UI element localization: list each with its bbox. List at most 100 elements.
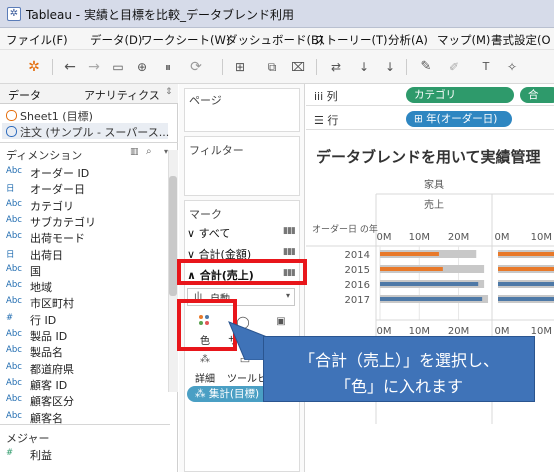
menu-file[interactable]: ファイル(F) <box>6 32 68 48</box>
field-type-icon: 日 <box>6 184 15 195</box>
tab-data[interactable]: データ <box>8 87 41 103</box>
dimension-field[interactable]: Abc 顧客区分 <box>0 392 166 408</box>
sum-pill[interactable]: 合 <box>520 87 554 103</box>
dimension-field[interactable]: Abc カテゴリ <box>0 197 166 213</box>
dimension-field[interactable]: Abc 国 <box>0 262 166 278</box>
columns-shelf[interactable]: iii 列 カテゴリ 合 <box>306 84 554 106</box>
x-tick-label-top-pane2: 0M <box>495 232 510 243</box>
menu-format[interactable]: 書式設定(O <box>491 32 551 48</box>
dimension-field[interactable]: Abc 製品 ID <box>0 327 166 343</box>
toolbar-separator <box>222 59 223 75</box>
highlight-icon[interactable]: ✎ <box>416 57 436 77</box>
x-tick-label-top: 10M <box>409 232 430 243</box>
fix-icon[interactable]: ✧ <box>502 57 522 77</box>
dimension-field[interactable]: Abc 地域 <box>0 278 166 294</box>
dimension-field[interactable]: # 行 ID <box>0 311 166 327</box>
sheet-title: データブレンドを用いて実績管理 <box>316 148 541 166</box>
columns-icon: iii <box>314 90 327 103</box>
field-name: オーダー ID <box>30 167 90 180</box>
new-sheet-icon[interactable]: ⊞ <box>230 57 250 77</box>
toolbar-separator <box>406 59 407 75</box>
swap-icon[interactable]: ⇄ <box>326 57 346 77</box>
order-year-pill[interactable]: ⊞ 年(オーダー日) <box>406 111 512 127</box>
field-name: オーダー日 <box>30 183 85 197</box>
dimension-field[interactable]: Abc オーダー ID <box>0 164 166 180</box>
pin-icon[interactable]: ✐ <box>444 57 464 77</box>
measure-field[interactable]: # 利益 <box>0 446 166 462</box>
pages-label: ページ <box>189 94 222 107</box>
tabs-collapse-icon[interactable]: ⇕ <box>165 87 173 97</box>
year-label: 2015 <box>345 265 370 276</box>
search-icon[interactable]: ⌕ <box>146 146 152 157</box>
menu-dashboard[interactable]: ダッシュボード(B) <box>226 32 323 48</box>
datasource-icon <box>6 126 17 137</box>
menu-analysis[interactable]: 分析(A) <box>388 32 428 48</box>
field-type-icon: Abc <box>6 231 22 242</box>
year-label: 2016 <box>345 280 370 291</box>
rows-label: ☰ 行 <box>314 112 338 128</box>
marks-label: マーク <box>189 208 222 221</box>
save-icon[interactable]: ▭ <box>108 57 128 77</box>
datasource-sheet1[interactable]: Sheet1 (目標) <box>20 108 93 124</box>
x-tick-label-top: 20M <box>448 232 469 243</box>
bar <box>380 297 483 301</box>
filters-label: フィルター <box>189 144 244 157</box>
dimension-field[interactable]: Abc 都道府県 <box>0 360 166 376</box>
plus-icon: ⊞ <box>414 113 427 125</box>
tab-analytics[interactable]: アナリティクス <box>84 87 160 103</box>
dimension-field[interactable]: Abc 市区町村 <box>0 294 166 310</box>
pause-icon[interactable]: ⏸ <box>158 57 178 77</box>
rows-shelf[interactable]: ☰ 行 ⊞ 年(オーダー日) <box>306 108 554 130</box>
target-aggregate-pill[interactable]: ⁂ 集計(目標) <box>187 386 273 402</box>
datasource-orders[interactable]: 注文 (サンプル - スーパース... <box>20 124 169 140</box>
title-bar: ✲ Tableau - 実績と目標を比較_データブレンド利用 <box>0 0 554 28</box>
forward-icon[interactable]: → <box>84 57 104 77</box>
back-icon[interactable]: ← <box>60 57 80 77</box>
row-header-label: オーダー日 の年 <box>312 223 378 235</box>
menu-story[interactable]: ストーリー(T) <box>314 32 388 48</box>
dimension-field[interactable]: Abc 出荷モード <box>0 229 166 245</box>
menu-data[interactable]: データ(D) <box>90 32 142 48</box>
dimension-field[interactable]: 日 出荷日 <box>0 246 166 262</box>
tooltip-button-label: ツールヒント <box>227 374 287 385</box>
menu-bar: ファイル(F) データ(D) ワークシート(W) ダッシュボード(B) ストーリ… <box>0 28 554 50</box>
pill-label: 集計(目標) <box>208 388 260 400</box>
year-label: 2017 <box>345 295 370 306</box>
field-name: 行 ID <box>30 313 57 327</box>
dimension-field[interactable]: Abc 製品名 <box>0 343 166 359</box>
bar-chart-icon: ▮▮▮ <box>283 226 296 236</box>
menu-map[interactable]: マップ(M) <box>437 32 490 48</box>
field-name: 国 <box>30 264 41 278</box>
callout-line-2: 「色」に入れます <box>334 377 463 396</box>
dimension-field[interactable]: Abc サブカテゴリ <box>0 213 166 229</box>
scrollbar-thumb[interactable] <box>169 176 177 296</box>
field-name: 顧客区分 <box>30 395 74 409</box>
dimension-field[interactable]: Abc 顧客名 <box>0 409 166 425</box>
tableau-app-icon: ✲ <box>7 7 21 21</box>
detail-button-label: 詳細 <box>195 374 215 385</box>
duplicate-icon[interactable]: ⧉ <box>262 57 282 77</box>
rows-label-text: 行 <box>327 114 339 127</box>
bar-chart-icon: ▮▮▮ <box>283 247 296 257</box>
detail-button[interactable]: ⁂ 詳細 <box>187 348 223 385</box>
dimension-field[interactable]: 日 オーダー日 <box>0 180 166 196</box>
toolbar: ✲ ← → ▭ ⊕ ⏸ ⟳ ⊞ ⧉ ⌧ ⇄ ↓ ↓ ✎ ✐ T ✧ <box>0 50 554 84</box>
sort-desc-icon[interactable]: ↓ <box>380 57 400 77</box>
marks-all-row[interactable]: ∨ すべて ▮▮▮ <box>187 225 296 241</box>
clear-icon[interactable]: ⌧ <box>288 57 308 77</box>
field-name: 製品 ID <box>30 330 68 343</box>
field-type-icon: Abc <box>6 361 22 372</box>
field-type-icon: # <box>6 448 14 458</box>
sort-asc-icon[interactable]: ↓ <box>354 57 374 77</box>
bar-pane2 <box>498 252 554 256</box>
new-datasource-icon[interactable]: ⊕ <box>132 57 152 77</box>
category-pill[interactable]: カテゴリ <box>406 87 514 103</box>
tableau-logo-icon[interactable]: ✲ <box>24 57 44 77</box>
dimension-field[interactable]: Abc 顧客 ID <box>0 376 166 392</box>
refresh-icon[interactable]: ⟳ <box>186 57 206 77</box>
field-type-icon: 日 <box>6 249 15 260</box>
view-toggle-icon[interactable]: ▥ <box>130 147 139 157</box>
label-icon[interactable]: T <box>476 57 496 77</box>
menu-worksheet[interactable]: ワークシート(W) <box>141 32 230 48</box>
field-name: カテゴリ <box>30 199 74 213</box>
